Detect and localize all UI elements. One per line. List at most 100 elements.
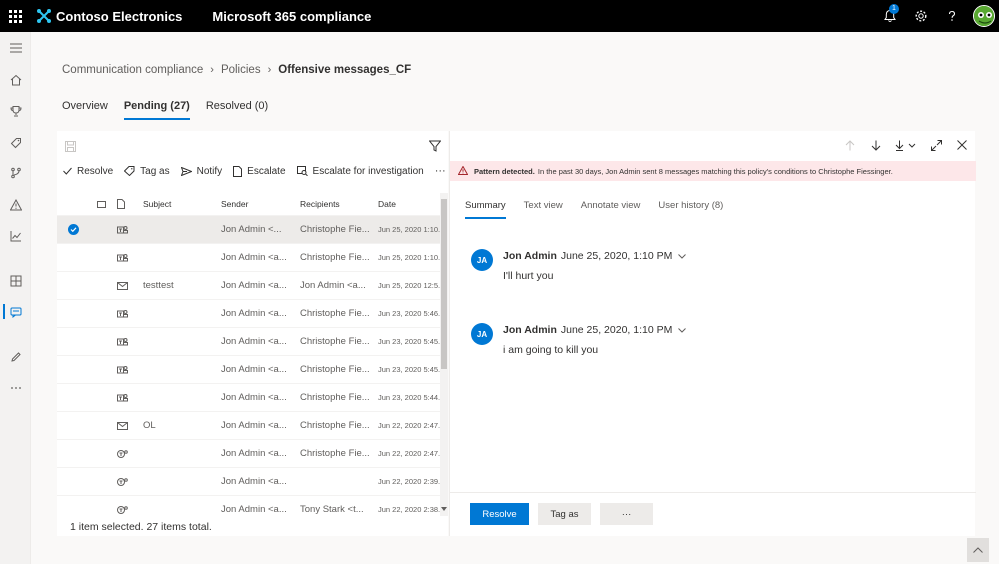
notifications-bell-icon[interactable]: 1	[874, 0, 905, 32]
tab-summary[interactable]: Summary	[465, 200, 506, 219]
tab-resolved[interactable]: Resolved (0)	[206, 100, 268, 120]
toolbar-more-button[interactable]: ···	[435, 165, 446, 177]
row-date: Jun 23, 2020 5:46...	[378, 309, 440, 318]
chart-icon[interactable]	[0, 220, 31, 251]
selection-status: 1 item selected. 27 items total.	[70, 521, 212, 533]
pen-icon[interactable]	[0, 341, 31, 372]
column-subject[interactable]: Subject	[143, 199, 221, 209]
communication-compliance-icon[interactable]	[0, 296, 31, 327]
teams-icon	[113, 477, 143, 487]
row-recipients: Christophe Fie...	[300, 336, 370, 347]
table-row[interactable]: Jon Admin <a... Christophe Fie... Jun 23, …	[57, 299, 440, 327]
table-row[interactable]: testtest Jon Admin <a... Jon Admin <a... Ju…	[57, 271, 440, 299]
notify-button[interactable]: Notify	[180, 166, 222, 177]
escalate-button[interactable]: Escalate	[233, 165, 286, 177]
row-sender: Jon Admin <a...	[221, 476, 287, 487]
app-launcher-icon[interactable]	[0, 0, 30, 32]
escalate-for-investigation-button[interactable]: Escalate for investigation	[296, 165, 424, 177]
tab-overview[interactable]: Overview	[62, 100, 108, 120]
pattern-detected-alert: Pattern detected. In the past 30 days, J…	[450, 161, 976, 181]
detail-tabs: Summary Text view Annotate view User his…	[465, 200, 741, 219]
save-icon[interactable]	[65, 139, 76, 157]
tab-user-history[interactable]: User history (8)	[658, 200, 723, 219]
more-actions-button[interactable]: ···	[600, 503, 653, 525]
left-navigation	[0, 32, 31, 564]
table-row[interactable]: Jon Admin <a... Tony Stark <t... Jun 22, 2…	[57, 495, 440, 523]
row-checkbox[interactable]	[57, 224, 89, 235]
column-recipients[interactable]: Recipients	[300, 199, 378, 209]
column-attachment-icon[interactable]	[89, 200, 113, 208]
warning-icon[interactable]	[0, 189, 31, 220]
table-row[interactable]: Jon Admin <a... Christophe Fie... Jun 22, …	[57, 439, 440, 467]
row-subject: OL	[143, 420, 156, 431]
row-sender: Jon Admin <a...	[221, 448, 287, 459]
previous-item-icon[interactable]	[837, 131, 863, 159]
scroll-to-top-button[interactable]	[967, 538, 989, 562]
divider	[450, 492, 976, 493]
resolve-primary-button[interactable]: Resolve	[470, 503, 529, 525]
table-row[interactable]: Jon Admin <a... Christophe Fie... Jun 23, …	[57, 383, 440, 411]
next-item-icon[interactable]	[863, 131, 889, 159]
row-sender: Jon Admin <a...	[221, 308, 287, 319]
column-sender[interactable]: Sender	[221, 199, 300, 209]
trophy-icon[interactable]	[0, 95, 31, 126]
breadcrumb-policies[interactable]: Policies	[221, 64, 261, 76]
row-date: Jun 22, 2020 2:47...	[378, 449, 440, 458]
table-row[interactable]: Jon Admin <... Christophe Fie... Jun 25, 2…	[57, 215, 440, 243]
help-question-icon[interactable]	[936, 0, 967, 32]
resolve-button[interactable]: Resolve	[63, 166, 113, 177]
tag-icon[interactable]	[0, 127, 31, 158]
resolve-label: Resolve	[77, 165, 114, 177]
more-ellipsis-icon[interactable]	[0, 372, 31, 403]
tab-annotate-view[interactable]: Annotate view	[581, 200, 641, 219]
breadcrumb: Communication compliance › Policies › Of…	[62, 64, 411, 76]
table-row[interactable]: Jon Admin <a... Christophe Fie... Jun 23, …	[57, 355, 440, 383]
table-row[interactable]: OL Jon Admin <a... Christophe Fie... Jun 22…	[57, 411, 440, 439]
expand-icon[interactable]	[923, 131, 949, 159]
tag-as-button[interactable]: Tag as	[124, 165, 170, 177]
app-name[interactable]: Microsoft 365 compliance	[212, 9, 371, 24]
alerts-table: Subject Sender Recipients Date Jon Admin…	[57, 193, 440, 523]
home-icon[interactable]	[0, 64, 31, 95]
tab-text-view[interactable]: Text view	[524, 200, 563, 219]
column-type-icon[interactable]	[113, 199, 143, 209]
alert-text: In the past 30 days, Jon Admin sent 8 me…	[537, 166, 893, 176]
list-scrollbar[interactable]	[440, 193, 448, 516]
row-recipients: Christophe Fie...	[300, 224, 370, 235]
filter-icon[interactable]	[428, 139, 442, 157]
breadcrumb-communication-compliance[interactable]: Communication compliance	[62, 64, 203, 76]
branch-icon[interactable]	[0, 157, 31, 188]
row-sender: Jon Admin <a...	[221, 504, 287, 515]
tag-as-label: Tag as	[140, 165, 170, 177]
row-date: Jun 25, 2020 1:10...	[378, 225, 440, 234]
row-sender: Jon Admin <a...	[221, 364, 287, 375]
message-time: June 25, 2020, 1:10 PM	[560, 324, 673, 336]
teams-icon	[113, 225, 143, 235]
download-dropdown-icon[interactable]	[889, 131, 923, 159]
chevron-down-icon[interactable]	[678, 324, 687, 336]
chevron-down-icon[interactable]	[678, 250, 687, 262]
teams-icon	[113, 309, 143, 319]
email-icon	[113, 281, 143, 290]
user-avatar[interactable]	[973, 5, 995, 27]
table-row[interactable]: Jon Admin <a... Christophe Fie... Jun 23, …	[57, 327, 440, 355]
row-sender: Jon Admin <a...	[221, 280, 287, 291]
policy-tabs: Overview Pending (27) Resolved (0)	[62, 100, 284, 120]
row-date: Jun 23, 2020 5:44...	[378, 393, 440, 402]
settings-gear-icon[interactable]	[905, 0, 936, 32]
hamburger-menu-icon[interactable]	[0, 32, 31, 63]
table-row[interactable]: Jon Admin <a... Jun 22, 2020 2:39...	[57, 467, 440, 495]
dashboard-icon[interactable]	[0, 265, 31, 296]
sender-avatar: JA	[471, 249, 493, 271]
row-sender: Jon Admin <a...	[221, 392, 287, 403]
org-name[interactable]: Contoso Electronics	[56, 9, 182, 24]
row-recipients: Tony Stark <t...	[300, 504, 364, 515]
escalate-investigation-label: Escalate for investigation	[312, 165, 424, 177]
breadcrumb-current-policy: Offensive messages_CF	[278, 64, 412, 76]
close-icon[interactable]	[949, 131, 975, 159]
column-date[interactable]: Date	[378, 199, 440, 209]
table-row[interactable]: Jon Admin <a... Christophe Fie... Jun 25, …	[57, 243, 440, 271]
scrollbar-thumb[interactable]	[441, 199, 447, 369]
tab-pending[interactable]: Pending (27)	[123, 100, 190, 120]
tag-as-button[interactable]: Tag as	[538, 503, 591, 525]
